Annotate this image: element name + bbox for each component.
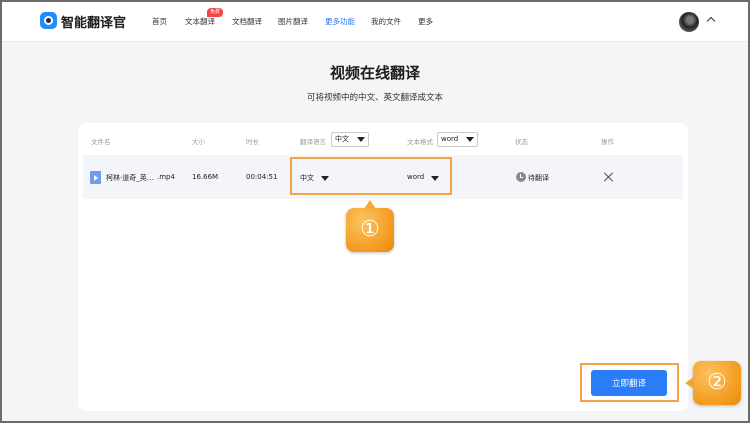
header-language: 翻译语言 bbox=[300, 138, 326, 146]
nav-more[interactable]: 更多 bbox=[418, 16, 433, 27]
free-badge: 免费 bbox=[207, 8, 224, 17]
caret-down-icon bbox=[357, 137, 365, 142]
header-size: 大小 bbox=[192, 138, 205, 146]
row-duration: 00:04:51 bbox=[246, 173, 278, 181]
nav-my-files[interactable]: 我的文件 bbox=[371, 16, 401, 27]
language-format-highlight bbox=[290, 157, 452, 195]
step-one-callout: ① bbox=[346, 200, 394, 252]
step-two-callout: ② bbox=[685, 361, 741, 405]
row-status: 待翻译 bbox=[528, 174, 549, 182]
nav-home[interactable]: 首页 bbox=[152, 16, 167, 27]
row-file-ext: .mp4 bbox=[157, 173, 175, 181]
header-language-select[interactable]: 中文 bbox=[331, 132, 369, 147]
caret-down-icon bbox=[466, 137, 474, 142]
translate-now-button[interactable]: 立即翻译 bbox=[591, 370, 667, 396]
row-size: 16.66M bbox=[192, 173, 219, 181]
header-file-name: 文件名 bbox=[91, 138, 111, 146]
header-action: 操作 bbox=[601, 138, 614, 146]
nav-more-features[interactable]: 更多功能 bbox=[325, 16, 355, 27]
clock-icon bbox=[516, 172, 526, 182]
video-file-icon bbox=[90, 171, 101, 184]
app-name[interactable]: 智能翻译官 bbox=[61, 12, 126, 31]
header-language-value: 中文 bbox=[335, 135, 349, 143]
header-status: 状态 bbox=[515, 138, 528, 146]
header-format-select[interactable]: word bbox=[437, 132, 478, 147]
nav-document-translate[interactable]: 文档翻译 bbox=[232, 16, 262, 27]
page-title: 视频在线翻译 bbox=[329, 64, 420, 82]
nav-text-translate[interactable]: 文本翻译 bbox=[185, 16, 215, 27]
chevron-up-icon[interactable] bbox=[706, 16, 716, 26]
row-file-name: 柯林·道奇_英… bbox=[106, 174, 154, 182]
top-bar: 智能翻译官 首页 文本翻译 免费 文档翻译 图片翻译 更多功能 我的文件 更多 bbox=[2, 2, 748, 42]
app-logo-icon[interactable] bbox=[40, 12, 57, 29]
header-format-value: word bbox=[441, 135, 459, 143]
header-duration: 时长 bbox=[246, 138, 259, 146]
user-avatar[interactable] bbox=[679, 12, 699, 32]
close-icon[interactable] bbox=[602, 170, 616, 184]
nav-image-translate[interactable]: 图片翻译 bbox=[278, 16, 308, 27]
page-subtitle: 可将视频中的中文、英文翻译成文本 bbox=[306, 93, 443, 103]
header-format: 文本格式 bbox=[407, 138, 433, 146]
